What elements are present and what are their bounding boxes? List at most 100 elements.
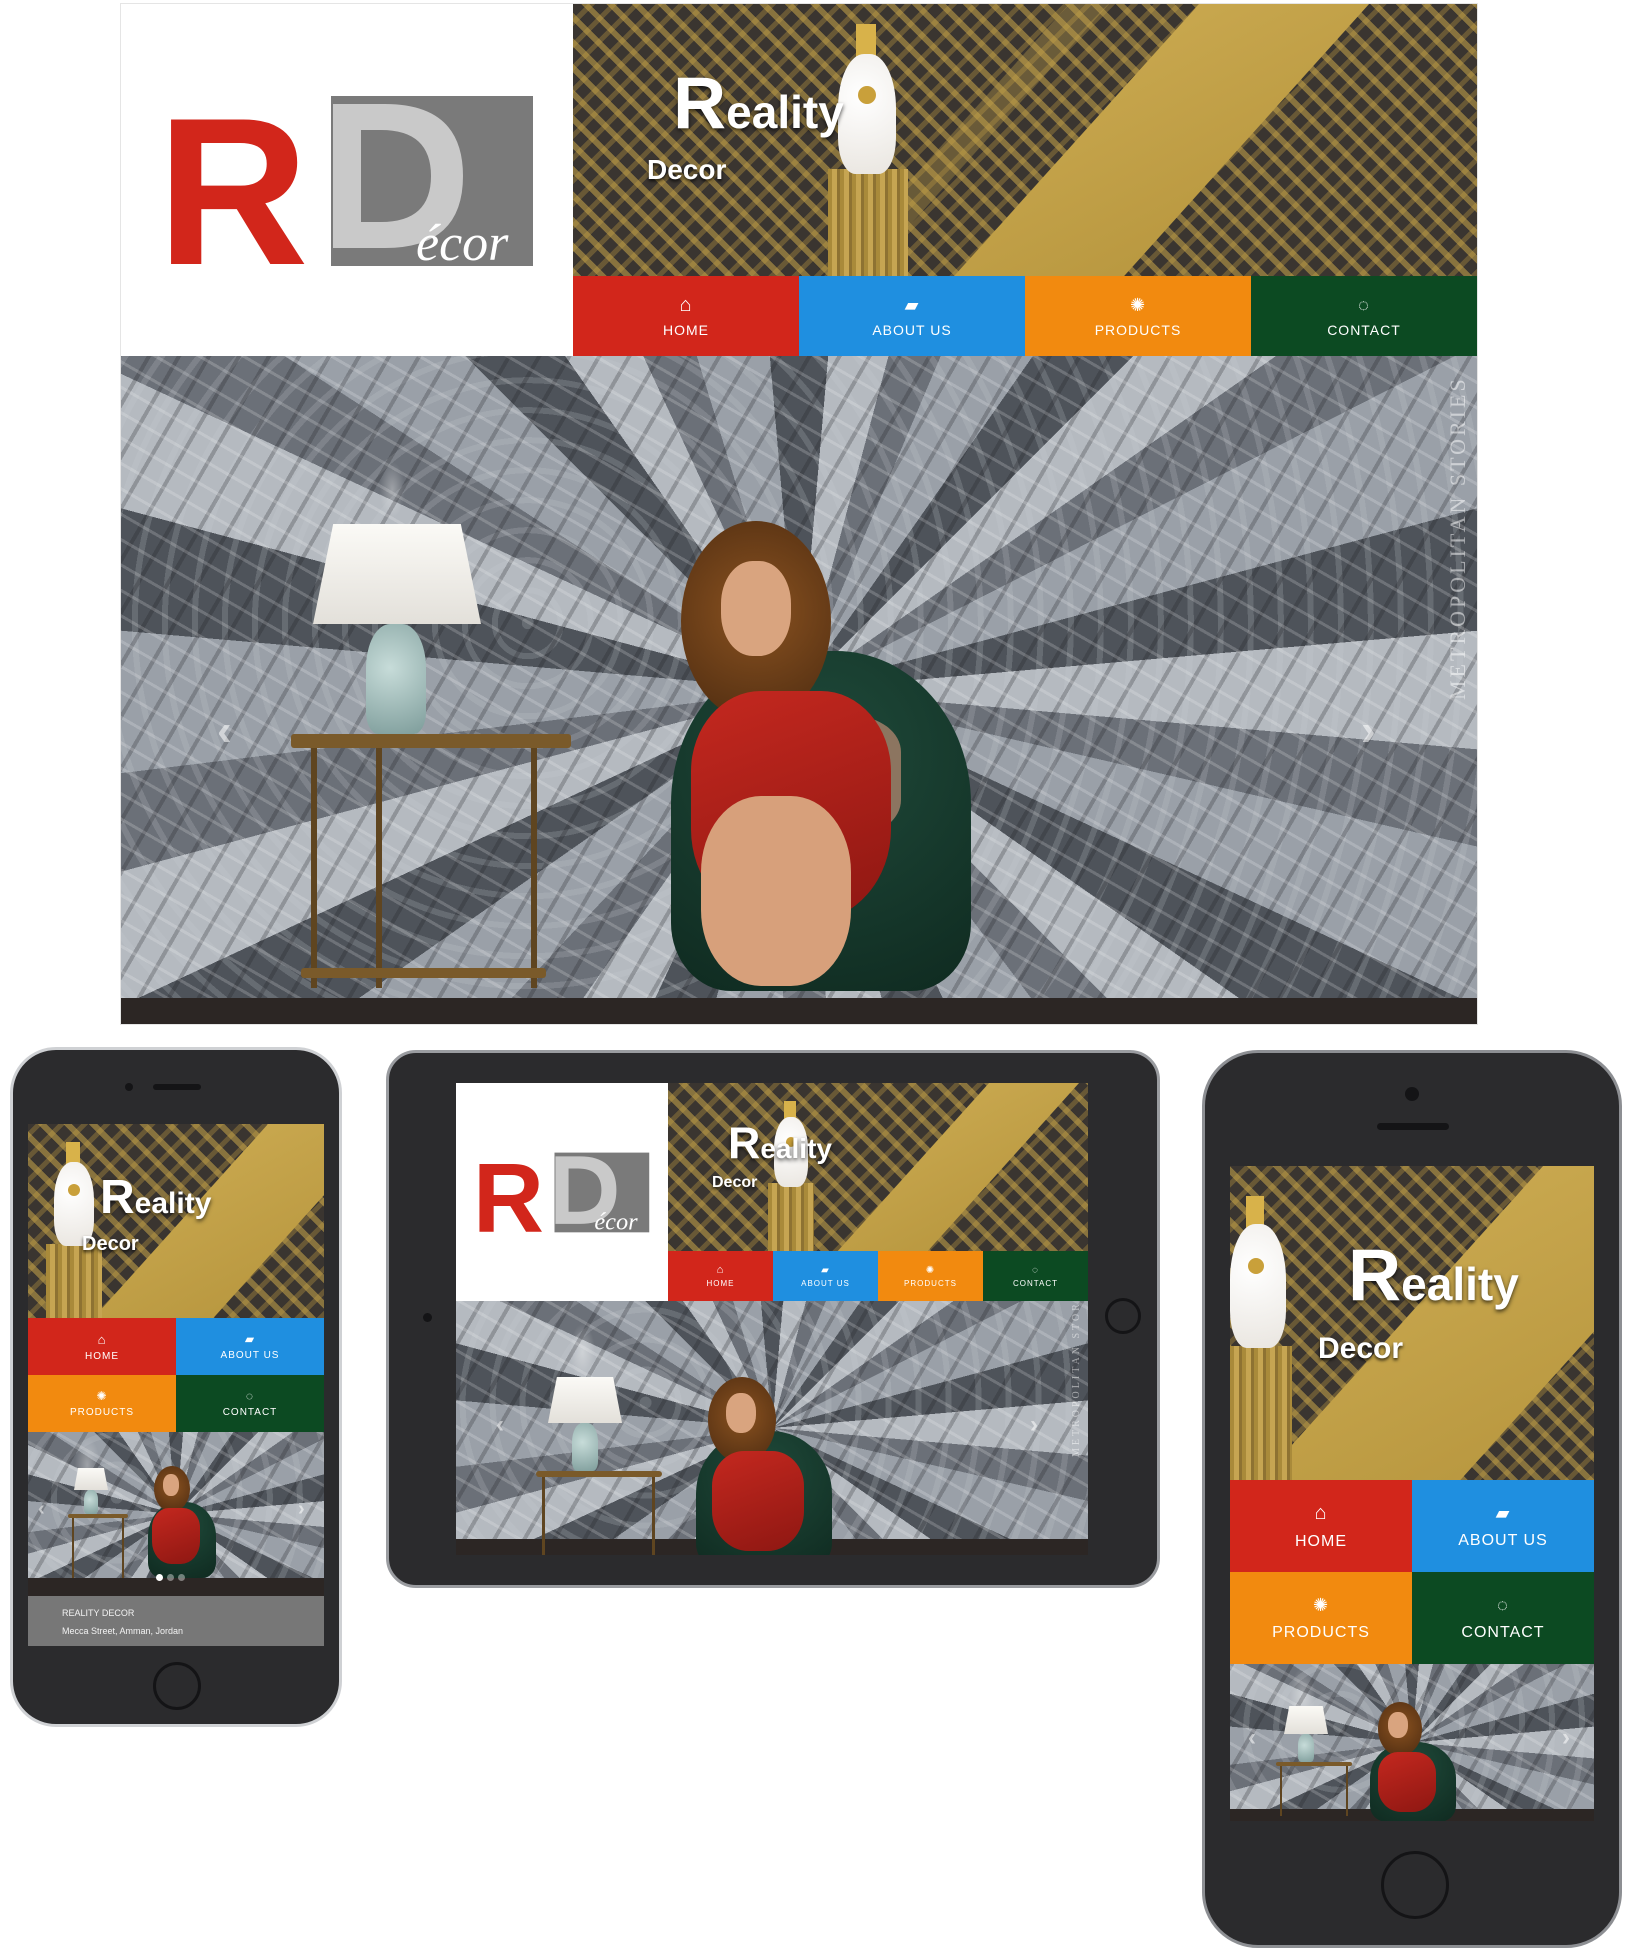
slider-dots[interactable] [156, 1574, 185, 1581]
desktop-site: R D écor Reality Decor ⌂ HOME ▰ ABOUT US… [120, 3, 1478, 1025]
footer-address: Mecca Street, Amman, Jordan [62, 1626, 184, 1636]
nav-home[interactable]: ⌂ HOME [573, 276, 799, 356]
loading-icon: ✺ [1129, 295, 1147, 315]
brand-title: Reality [1348, 1233, 1519, 1316]
phone-right: Reality Decor ⌂ HOME ▰ ABOUT US ✺ PRODUC… [1202, 1050, 1622, 1948]
hero-slider[interactable]: ‹ › [28, 1432, 324, 1596]
nav-products-label: PRODUCTS [904, 1278, 957, 1288]
header-banner: Reality Decor [668, 1083, 1088, 1251]
book-icon: ▰ [244, 1332, 256, 1346]
home-icon: ⌂ [1314, 1501, 1328, 1524]
main-nav: ⌂ HOME ▰ ABOUT US ✺ PRODUCTS ◌ CONTACT [1230, 1480, 1594, 1664]
tablet: R écor Reality Decor ⌂ HOME ▰ ABOUT US ✺… [386, 1050, 1160, 1588]
rd-decor-logo: R écor [473, 1142, 650, 1252]
hero-watermark: METROPOLITAN STORIES [1071, 1301, 1082, 1457]
chat-icon: ◌ [1358, 295, 1370, 315]
brand-subtitle: Decor [82, 1233, 139, 1255]
header-banner: Reality Decor [573, 4, 1477, 276]
brand-subtitle: Decor [712, 1174, 758, 1191]
site-footer: REALITY DECOR Mecca Street, Amman, Jorda… [28, 1596, 324, 1646]
nav-products[interactable]: ✺ PRODUCTS [878, 1251, 983, 1301]
nav-contact-label: CONTACT [1461, 1623, 1545, 1641]
book-icon: ▰ [1495, 1502, 1511, 1523]
nav-about[interactable]: ▰ ABOUT US [799, 276, 1025, 356]
tablet-screen: R écor Reality Decor ⌂ HOME ▰ ABOUT US ✺… [456, 1083, 1088, 1555]
nav-contact-label: CONTACT [1327, 322, 1401, 338]
nav-about-label: ABOUT US [801, 1278, 850, 1288]
nav-home-label: HOME [1295, 1532, 1347, 1550]
nav-home[interactable]: ⌂ HOME [28, 1318, 176, 1375]
loading-icon: ✺ [96, 1389, 108, 1403]
nav-contact[interactable]: ◌ CONTACT [1412, 1572, 1594, 1664]
book-icon: ▰ [821, 1264, 830, 1276]
brand-title: Reality [673, 61, 844, 144]
home-button[interactable] [1105, 1298, 1141, 1334]
slider-prev-button[interactable]: ‹ [496, 1411, 504, 1439]
phone-right-screen: Reality Decor ⌂ HOME ▰ ABOUT US ✺ PRODUC… [1230, 1166, 1594, 1821]
header-banner: Reality Decor [1230, 1166, 1594, 1480]
home-icon: ⌂ [716, 1264, 725, 1276]
svg-text:écor: écor [594, 1209, 638, 1236]
loading-icon: ✺ [925, 1264, 936, 1276]
svg-text:R: R [473, 1142, 544, 1252]
nav-about[interactable]: ▰ ABOUT US [773, 1251, 878, 1301]
brand-subtitle: Decor [647, 154, 727, 185]
phone-left: Reality Decor ⌂ HOME ▰ ABOUT US ✺ PRODUC… [10, 1047, 342, 1727]
hero-watermark: METROPOLITAN STORIES [1445, 376, 1470, 700]
nav-products[interactable]: ✺ PRODUCTS [1230, 1572, 1412, 1664]
nav-products-label: PRODUCTS [1272, 1623, 1370, 1641]
book-icon: ▰ [904, 295, 920, 315]
brand-title: Reality [100, 1171, 212, 1224]
slider-prev-button[interactable]: ‹ [217, 706, 232, 756]
nav-contact[interactable]: ◌ CONTACT [176, 1375, 324, 1432]
home-icon: ⌂ [97, 1331, 107, 1347]
lamp-image [313, 524, 481, 624]
rd-decor-logo: R D écor [157, 74, 533, 309]
hero-slider[interactable]: METROPOLITAN STORIES ‹ › [121, 356, 1477, 1024]
chat-icon: ◌ [245, 1389, 255, 1403]
logo-letters: R [157, 74, 309, 309]
nav-home-label: HOME [663, 322, 709, 338]
nav-home-label: HOME [85, 1350, 119, 1362]
nav-home[interactable]: ⌂ HOME [1230, 1480, 1412, 1572]
chat-icon: ◌ [1032, 1264, 1039, 1276]
nav-home-label: HOME [706, 1279, 735, 1288]
nav-about-label: ABOUT US [220, 1350, 280, 1361]
brand-subtitle: Decor [1318, 1332, 1404, 1365]
footer-company: REALITY DECOR [62, 1608, 135, 1618]
hero-slider[interactable]: METROPOLITAN STORIES ‹ › [456, 1301, 1088, 1555]
chat-icon: ◌ [1497, 1594, 1509, 1615]
nav-contact[interactable]: ◌ CONTACT [1251, 276, 1477, 356]
loading-icon: ✺ [1312, 1594, 1330, 1615]
hero-slider[interactable]: ‹ › [1230, 1664, 1594, 1821]
slider-next-button[interactable]: › [1361, 706, 1376, 756]
main-nav: ⌂ HOME ▰ ABOUT US ✺ PRODUCTS ◌ CONTACT [668, 1251, 1088, 1301]
nav-contact-label: CONTACT [1012, 1278, 1059, 1288]
slider-next-button[interactable]: › [1030, 1411, 1038, 1439]
slider-next-button[interactable]: › [298, 1498, 305, 1521]
nav-products[interactable]: ✺ PRODUCTS [28, 1375, 176, 1432]
logo-script: écor [416, 215, 509, 272]
header-banner: Reality Decor [28, 1124, 324, 1318]
nav-products[interactable]: ✺ PRODUCTS [1025, 276, 1251, 356]
main-nav: ⌂ HOME ▰ ABOUT US ✺ PRODUCTS ◌ CONTACT [573, 276, 1477, 356]
phone-left-screen: Reality Decor ⌂ HOME ▰ ABOUT US ✺ PRODUC… [28, 1124, 324, 1646]
logo[interactable]: R écor [456, 1083, 668, 1301]
nav-about[interactable]: ▰ ABOUT US [176, 1318, 324, 1375]
slider-next-button[interactable]: › [1562, 1724, 1570, 1752]
nav-home[interactable]: ⌂ HOME [668, 1251, 773, 1301]
home-button[interactable] [1381, 1851, 1449, 1919]
home-icon: ⌂ [679, 294, 693, 316]
main-nav: ⌂ HOME ▰ ABOUT US ✺ PRODUCTS ◌ CONTACT [28, 1318, 324, 1432]
nav-about[interactable]: ▰ ABOUT US [1412, 1480, 1594, 1572]
brand-title: Reality [728, 1118, 832, 1168]
nav-products-label: PRODUCTS [1094, 322, 1182, 338]
slider-prev-button[interactable]: ‹ [1248, 1724, 1256, 1752]
nav-about-label: ABOUT US [1458, 1531, 1548, 1549]
logo[interactable]: R D écor [121, 4, 573, 356]
home-button[interactable] [153, 1662, 201, 1710]
nav-products-label: PRODUCTS [69, 1407, 135, 1418]
slider-prev-button[interactable]: ‹ [38, 1498, 45, 1521]
nav-contact[interactable]: ◌ CONTACT [983, 1251, 1088, 1301]
nav-contact-label: CONTACT [222, 1407, 278, 1418]
